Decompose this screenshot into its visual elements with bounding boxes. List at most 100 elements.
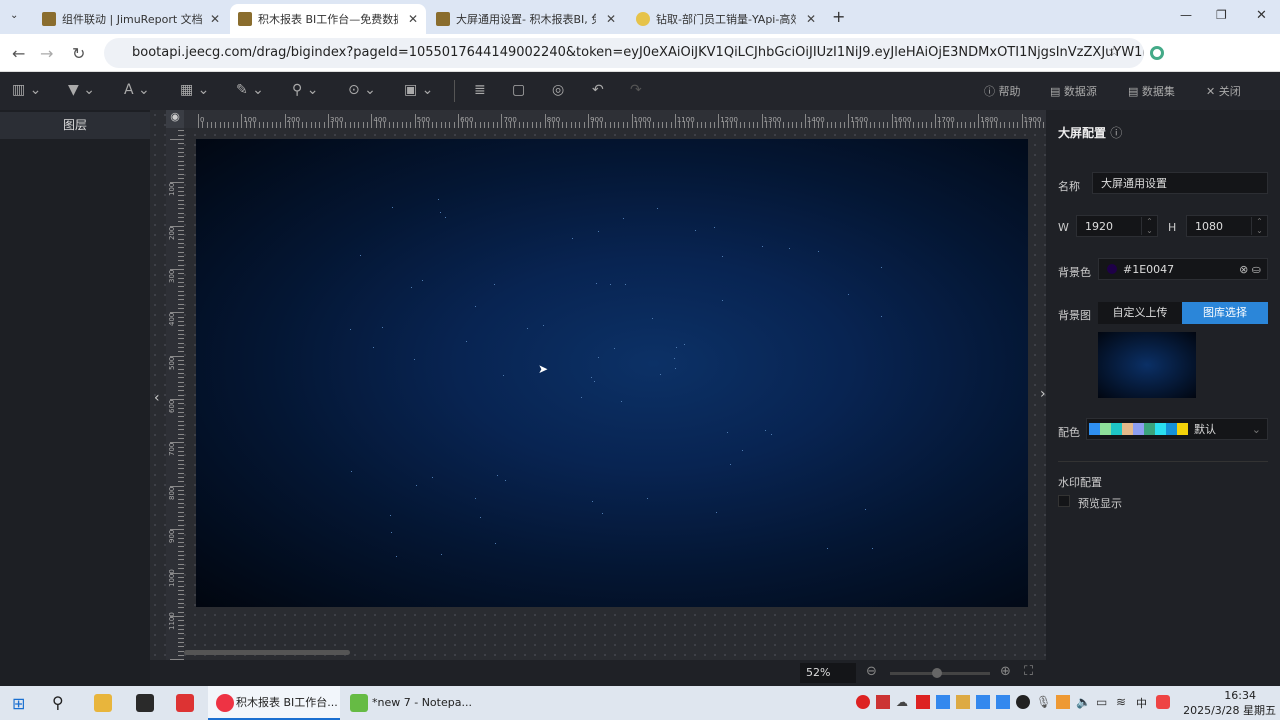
close-button[interactable]: ✕ 关闭 <box>1206 83 1241 99</box>
star-dot <box>591 377 593 379</box>
ruler-label: 0 <box>200 116 205 124</box>
clear-icon[interactable]: ⊗ ⛀ <box>1239 263 1261 276</box>
fit-screen-icon[interactable]: ⛶ <box>1024 664 1033 679</box>
close-tab-icon[interactable]: ✕ <box>210 12 220 26</box>
save-icon[interactable]: ▢ <box>512 82 525 98</box>
search-icon[interactable]: ⚲ <box>52 693 64 712</box>
ruler-tick <box>178 208 184 210</box>
redo-icon[interactable]: ↷ <box>630 82 642 98</box>
star-dot <box>601 513 603 515</box>
star-dot <box>659 374 661 376</box>
help-button[interactable]: ⓘ 帮助 <box>984 83 1021 99</box>
ruler-tick <box>787 122 789 128</box>
dataset-button[interactable]: ▤ 数据集 <box>1128 83 1175 99</box>
tray-app-icon[interactable] <box>936 695 950 709</box>
collapse-left-panel-icon[interactable]: ‹ <box>154 390 160 406</box>
taskbar-app-notepad[interactable]: *new 7 - Notepa... <box>344 686 474 720</box>
edit-menu-icon[interactable]: ✎ ⌄ <box>236 82 264 98</box>
tab-list-chevron-icon[interactable]: ⌄ <box>10 10 18 21</box>
star-dot <box>505 480 507 482</box>
pycharm-icon[interactable] <box>136 694 154 712</box>
ruler-tick <box>178 472 184 474</box>
ruler-visibility-eye-icon[interactable]: ◉ <box>166 110 184 128</box>
zoom-input[interactable]: 52% <box>800 663 856 683</box>
horizontal-scrollbar[interactable] <box>184 650 350 655</box>
name-input[interactable]: 大屏通用设置 <box>1092 172 1268 194</box>
volume-icon[interactable]: 🔈 <box>1076 695 1091 709</box>
bgcolor-picker[interactable]: #1E0047 ⊗ ⛀ <box>1098 258 1268 280</box>
taskbar-app-chrome[interactable]: 积木报表 BI工作台... <box>208 686 340 720</box>
star-dot <box>495 543 497 545</box>
bookmark-star-icon[interactable]: ☆ <box>1108 44 1121 60</box>
database-icon[interactable]: ≣ <box>474 82 486 98</box>
microphone-icon[interactable]: 🎙 <box>1036 695 1051 709</box>
minimize-button[interactable]: — <box>1180 8 1192 22</box>
paint-roller-menu-icon[interactable]: ▼ ⌄ <box>68 82 95 98</box>
widgets-menu-icon[interactable]: ▣ ⌄ <box>404 82 433 98</box>
maximize-button[interactable]: ❐ <box>1216 8 1227 22</box>
clock[interactable]: 16:34 2025/3/28 星期五 <box>1180 688 1276 718</box>
browser-tab[interactable]: 钻取-部门员工销量-YApi-高效 ✕ <box>628 4 824 34</box>
ruler-tick <box>178 559 184 561</box>
palette-select[interactable]: 默认 ⌄ <box>1086 418 1268 440</box>
ime-indicator[interactable]: 中 <box>1136 695 1150 710</box>
date: 2025/3/28 星期五 <box>1183 704 1276 717</box>
record-icon[interactable] <box>856 695 870 709</box>
url-input[interactable]: bootapi.jeecg.com/drag/bigindex?pageId=1… <box>104 38 1144 68</box>
text-menu-icon[interactable]: A ⌄ <box>124 82 150 98</box>
gallery-select-button[interactable]: 图库选择 <box>1182 302 1268 324</box>
tray-app-icon[interactable] <box>996 695 1010 709</box>
custom-upload-button[interactable]: 自定义上传 <box>1098 302 1182 324</box>
ruler-tick <box>178 290 184 292</box>
star-dot <box>390 532 392 534</box>
stepper-arrows-icon[interactable]: ⌃ ⌄ <box>1251 217 1267 235</box>
zoom-slider-handle[interactable] <box>932 668 942 678</box>
width-stepper[interactable]: 1920 ⌃ ⌄ <box>1076 215 1158 237</box>
browser-tab[interactable]: 组件联动 | JimuReport 文档 ✕ <box>34 4 228 34</box>
wifi-icon[interactable]: ≋ <box>1116 695 1130 709</box>
chart-menu-icon[interactable]: ▥ ⌄ <box>12 82 41 98</box>
height-stepper[interactable]: 1080 ⌃ ⌄ <box>1186 215 1268 237</box>
media-menu-icon[interactable]: ⊙ ⌄ <box>348 82 376 98</box>
table-menu-icon[interactable]: ▦ ⌄ <box>180 82 209 98</box>
shield-icon[interactable] <box>1056 695 1070 709</box>
help-circle-icon[interactable]: ⓘ <box>1110 126 1122 140</box>
windows-start-icon[interactable]: ⊞ <box>12 694 25 713</box>
sogou-icon[interactable] <box>1156 695 1170 709</box>
zoom-slider[interactable] <box>890 668 990 678</box>
tray-app-icon[interactable] <box>956 695 970 709</box>
browser-tab-active[interactable]: 积木报表 BI工作台—免费数据可 ✕ <box>230 4 426 34</box>
browser-tab[interactable]: 大屏通用设置- 积木报表BI, 免 ✕ <box>428 4 624 34</box>
forward-icon[interactable]: → <box>40 44 53 63</box>
reload-icon[interactable]: ↻ <box>72 44 85 63</box>
close-tab-icon[interactable]: ✕ <box>408 12 418 26</box>
zoom-in-icon[interactable]: ⊕ <box>1000 664 1011 679</box>
screen-canvas[interactable] <box>196 139 1028 607</box>
new-tab-button[interactable]: + <box>832 7 845 26</box>
ruler-tick <box>178 494 184 496</box>
undo-icon[interactable]: ↶ <box>592 82 604 98</box>
wps-icon[interactable] <box>176 694 194 712</box>
cloud-icon[interactable]: ☁ <box>896 695 910 709</box>
datasource-button[interactable]: ▤ 数据源 <box>1050 83 1097 99</box>
zoom-out-icon[interactable]: ⊖ <box>866 664 877 679</box>
back-icon[interactable]: ← <box>12 44 25 63</box>
preview-eye-icon[interactable]: ◎ <box>552 82 564 98</box>
battery-icon[interactable]: ▭ <box>1096 695 1110 709</box>
window-close-button[interactable]: ✕ <box>1256 8 1267 23</box>
background-image-preview[interactable] <box>1098 332 1196 398</box>
ruler-tick <box>178 178 184 179</box>
star-dot <box>410 286 412 288</box>
tray-app-icon[interactable] <box>976 695 990 709</box>
preview-checkbox[interactable] <box>1058 495 1070 507</box>
tray-app-icon[interactable] <box>916 695 930 709</box>
stepper-arrows-icon[interactable]: ⌃ ⌄ <box>1141 217 1157 235</box>
ruler-tick <box>178 620 184 622</box>
file-explorer-icon[interactable] <box>94 694 112 712</box>
tray-app-icon[interactable] <box>1016 695 1030 709</box>
map-menu-icon[interactable]: ⚲ ⌄ <box>292 82 318 98</box>
tray-app-icon[interactable] <box>876 695 890 709</box>
close-tab-icon[interactable]: ✕ <box>806 12 816 26</box>
extension-icon[interactable] <box>1150 46 1164 60</box>
close-tab-icon[interactable]: ✕ <box>606 12 616 26</box>
